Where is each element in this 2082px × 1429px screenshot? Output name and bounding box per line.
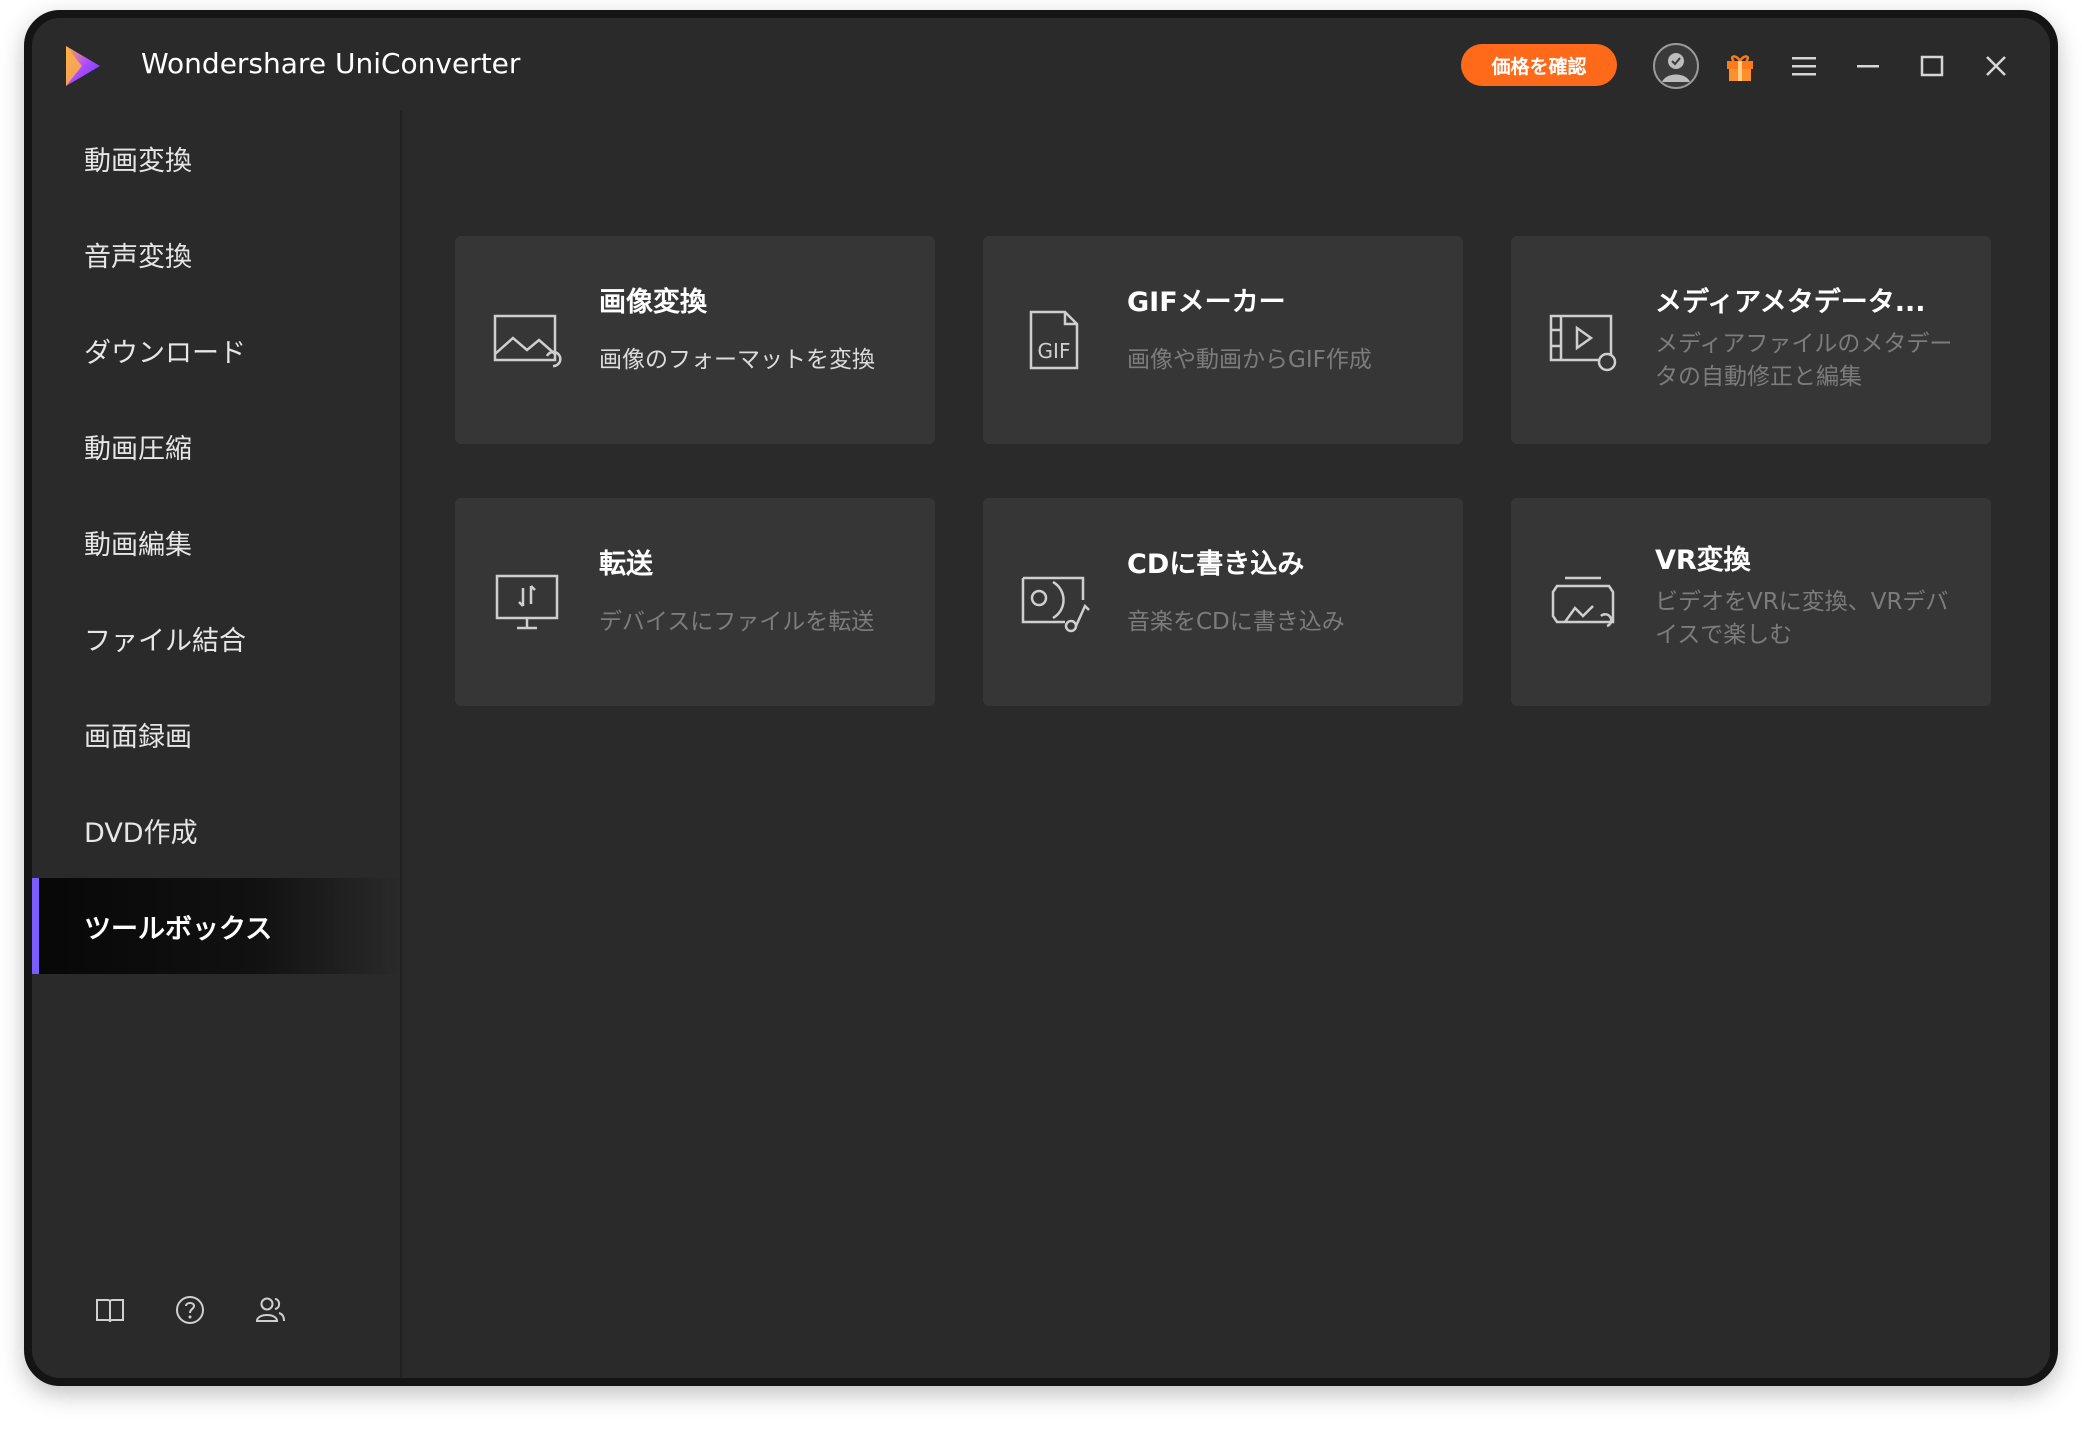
sidebar-item-label: 動画編集 bbox=[84, 529, 192, 561]
tool-card-transfer[interactable]: 転送 デバイスにファイルを転送 bbox=[455, 498, 935, 706]
app-logo-icon bbox=[66, 46, 100, 86]
app-window: Wondershare UniConverter 価格を確認 動画変換 音声変換… bbox=[24, 10, 2058, 1386]
check-price-button[interactable]: 価格を確認 bbox=[1461, 44, 1617, 86]
minimize-icon[interactable] bbox=[1844, 42, 1892, 90]
svg-text:GIF: GIF bbox=[1038, 339, 1071, 363]
tool-card-cd-burn[interactable]: CDに書き込み 音楽をCDに書き込み bbox=[983, 498, 1463, 706]
sidebar-item-label: 音声変換 bbox=[84, 241, 192, 273]
help-icon[interactable] bbox=[170, 1290, 210, 1330]
sidebar-item-audio-convert[interactable]: 音声変換 bbox=[32, 206, 402, 302]
tool-title: 画像変換 bbox=[599, 287, 707, 318]
maximize-icon[interactable] bbox=[1908, 42, 1956, 90]
tool-description: メディアファイルのメタデータの自動修正と編集 bbox=[1655, 331, 1953, 390]
tool-title: GIFメーカー bbox=[1127, 287, 1286, 318]
app-title: Wondershare UniConverter bbox=[141, 47, 521, 80]
metadata-icon bbox=[1549, 314, 1617, 372]
sidebar-item-label: ダウンロード bbox=[84, 337, 246, 369]
sidebar-item-label: 画面録画 bbox=[84, 721, 192, 753]
sidebar-item-label: DVD作成 bbox=[84, 817, 198, 849]
tool-title: メディアメタデータ... bbox=[1655, 287, 1926, 318]
menu-icon[interactable] bbox=[1780, 42, 1828, 90]
cd-burn-icon bbox=[1021, 576, 1090, 633]
tool-description: 音楽をCDに書き込み bbox=[1127, 609, 1345, 635]
sidebar-item-screen-record[interactable]: 画面録画 bbox=[32, 686, 402, 782]
tool-card-gif-maker[interactable]: GIF GIFメーカー 画像や動画からGIF作成 bbox=[983, 236, 1463, 444]
tool-title: 転送 bbox=[599, 549, 653, 580]
sidebar-item-toolbox[interactable]: ツールボックス bbox=[32, 878, 402, 974]
tool-description: ビデオをVRに変換、VRデバイスで楽しむ bbox=[1655, 589, 1949, 648]
title-bar: Wondershare UniConverter 価格を確認 bbox=[32, 18, 2050, 110]
tool-title: VR変換 bbox=[1655, 545, 1751, 576]
tool-description: デバイスにファイルを転送 bbox=[599, 609, 875, 635]
sidebar-item-dvd[interactable]: DVD作成 bbox=[32, 782, 402, 878]
gift-icon[interactable] bbox=[1716, 42, 1764, 90]
image-convert-icon bbox=[493, 314, 562, 368]
sidebar-item-label: 動画変換 bbox=[84, 145, 192, 177]
sidebar-item-download[interactable]: ダウンロード bbox=[32, 302, 402, 398]
sidebar-item-label: ファイル結合 bbox=[84, 625, 246, 657]
sidebar-item-label: ツールボックス bbox=[84, 913, 273, 945]
close-icon[interactable] bbox=[1972, 42, 2020, 90]
transfer-icon bbox=[495, 574, 559, 630]
book-icon[interactable] bbox=[90, 1290, 130, 1330]
community-icon[interactable] bbox=[250, 1290, 290, 1330]
gif-icon: GIF bbox=[1029, 310, 1079, 370]
sidebar-item-edit[interactable]: 動画編集 bbox=[32, 494, 402, 590]
sidebar-item-compress[interactable]: 動画圧縮 bbox=[32, 398, 402, 494]
tool-card-image-convert[interactable]: 画像変換 画像のフォーマットを変換 bbox=[455, 236, 935, 444]
vr-icon bbox=[1551, 576, 1615, 628]
sidebar-item-merge[interactable]: ファイル結合 bbox=[32, 590, 402, 686]
account-icon[interactable] bbox=[1652, 42, 1700, 90]
tool-description: 画像のフォーマットを変換 bbox=[599, 347, 875, 373]
sidebar: 動画変換 音声変換 ダウンロード 動画圧縮 動画編集 ファイル結合 画面録画 D… bbox=[32, 110, 402, 1378]
tool-card-vr-convert[interactable]: VR変換 ビデオをVRに変換、VRデバイスで楽しむ bbox=[1511, 498, 1991, 706]
tool-title: CDに書き込み bbox=[1127, 549, 1305, 580]
sidebar-item-label: 動画圧縮 bbox=[84, 433, 192, 465]
tool-card-media-metadata[interactable]: メディアメタデータ... メディアファイルのメタデータの自動修正と編集 bbox=[1511, 236, 1991, 444]
sidebar-item-video-convert[interactable]: 動画変換 bbox=[32, 110, 402, 206]
tool-description: 画像や動画からGIF作成 bbox=[1127, 347, 1372, 373]
